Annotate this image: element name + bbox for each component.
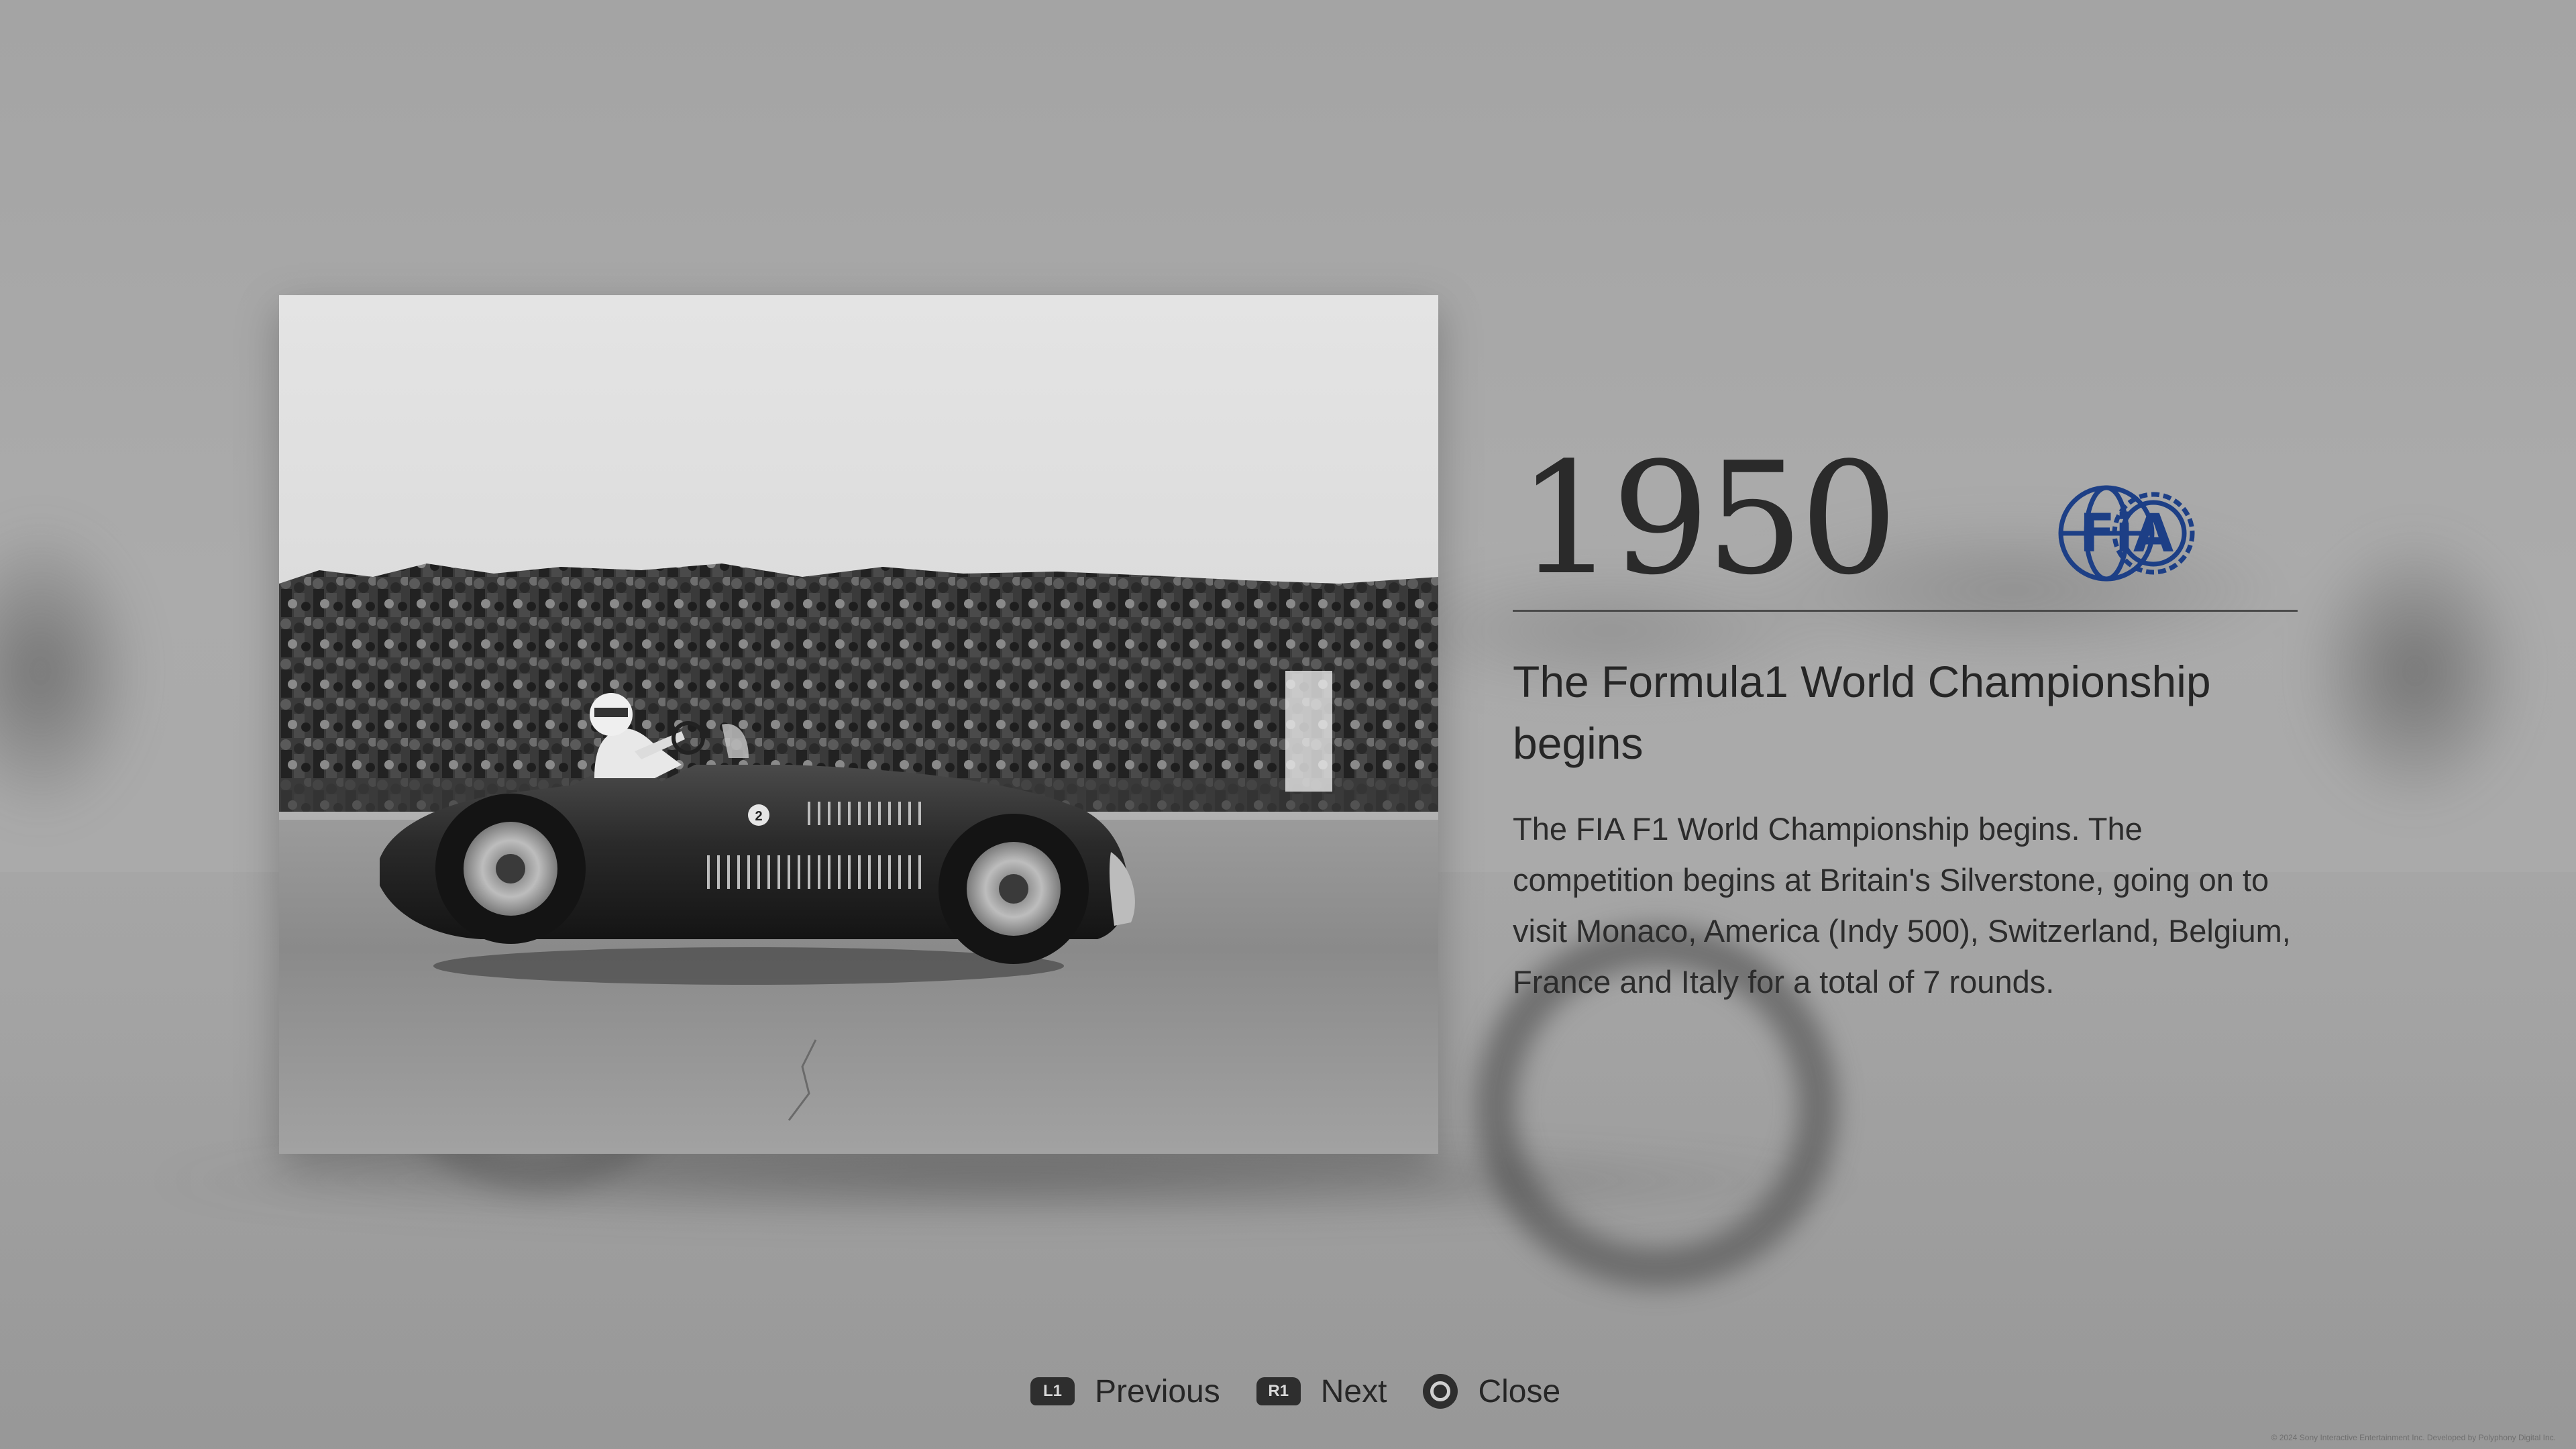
next-button[interactable]: R1 Next	[1256, 1373, 1387, 1410]
historic-race-photo: 2	[279, 295, 1438, 1154]
circle-button-icon	[1423, 1374, 1458, 1409]
copyright-notice: © 2024 Sony Interactive Entertainment In…	[2271, 1433, 2556, 1442]
controls-bar: L1 Previous R1 Next Close	[1030, 1366, 1597, 1417]
race-car-photo-illustration: 2	[279, 295, 1438, 1154]
r1-button-icon: R1	[1256, 1377, 1301, 1405]
fia-logo-text: FiA	[2080, 504, 2174, 564]
previous-button[interactable]: L1 Previous	[1030, 1373, 1220, 1410]
car-number: 2	[755, 809, 762, 824]
entry-title: The Formula1 World Championship begins	[1513, 657, 2211, 768]
entry-year: 1950	[1517, 430, 1898, 609]
museum-detail-screen: 2 1950 FiA The Formula1 World Championsh…	[0, 0, 2576, 1449]
next-label: Next	[1320, 1373, 1387, 1409]
l1-button-icon: L1	[1030, 1377, 1075, 1405]
entry-description: The FIA F1 World Championship begins. Th…	[1513, 811, 2291, 1000]
fia-logo-icon: FiA	[2058, 485, 2195, 582]
close-label: Close	[1478, 1373, 1561, 1409]
close-button[interactable]: Close	[1423, 1373, 1560, 1410]
previous-label: Previous	[1095, 1373, 1220, 1409]
title-divider	[1513, 610, 2298, 612]
